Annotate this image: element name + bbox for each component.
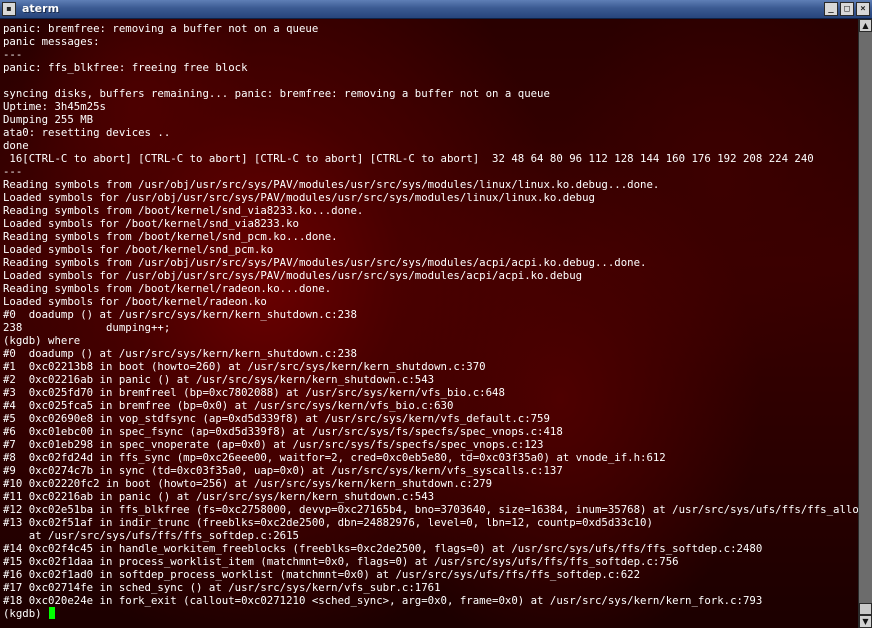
terminal-line: #5 0xc02690e8 in vop_stdfsync (ap=0xd5d3… <box>3 412 550 425</box>
terminal-line: Uptime: 3h45m25s <box>3 100 106 113</box>
terminal-line: #14 0xc02f4c45 in handle_workitem_freebl… <box>3 542 763 555</box>
terminal-line: done <box>3 139 29 152</box>
terminal-line: Reading symbols from /boot/kernel/snd_pc… <box>3 230 338 243</box>
terminal-line: at /usr/src/sys/ufs/ffs/ffs_softdep.c:26… <box>3 529 299 542</box>
terminal-line: 16[CTRL-C to abort] [CTRL-C to abort] [C… <box>3 152 814 165</box>
close-icon[interactable]: × <box>856 2 870 16</box>
scroll-down-arrow-icon[interactable]: ▼ <box>859 615 872 628</box>
terminal-line: Loaded symbols for /boot/kernel/snd_via8… <box>3 217 299 230</box>
terminal-output[interactable]: panic: bremfree: removing a buffer not o… <box>0 19 858 628</box>
terminal-line: Loaded symbols for /usr/obj/usr/src/sys/… <box>3 191 595 204</box>
terminal-line: #0 doadump () at /usr/src/sys/kern/kern_… <box>3 347 357 360</box>
terminal-line: #11 0xc02216ab in panic () at /usr/src/s… <box>3 490 435 503</box>
aterm-window: ▪ aterm _ □ × panic: bremfree: removing … <box>0 0 872 628</box>
terminal-line: Loaded symbols for /usr/obj/usr/src/sys/… <box>3 269 583 282</box>
maximize-icon[interactable]: □ <box>840 2 854 16</box>
terminal-line: #2 0xc02216ab in panic () at /usr/src/sy… <box>3 373 435 386</box>
scrollbar-thumb[interactable] <box>859 603 872 615</box>
terminal-line: #6 0xc01ebc00 in spec_fsync (ap=0xd5d339… <box>3 425 563 438</box>
window-menu-icon[interactable]: ▪ <box>2 2 16 16</box>
terminal-line: Dumping 255 MB <box>3 113 94 126</box>
text-cursor <box>49 607 56 619</box>
terminal-line: #17 0xc02714fe in sched_sync () at /usr/… <box>3 581 441 594</box>
terminal-line: #10 0xc02220fc2 in boot (howto=256) at /… <box>3 477 493 490</box>
terminal-line: Reading symbols from /boot/kernel/snd_vi… <box>3 204 364 217</box>
terminal-line: #4 0xc025fca5 in bremfree (bp=0x0) at /u… <box>3 399 454 412</box>
terminal-line: panic messages: <box>3 35 100 48</box>
terminal-line: panic: bremfree: removing a buffer not o… <box>3 22 319 35</box>
terminal-line: syncing disks, buffers remaining... pani… <box>3 87 550 100</box>
terminal-line: 238 dumping++; <box>3 321 171 334</box>
terminal-line: #15 0xc02f1daa in process_worklist_item … <box>3 555 679 568</box>
terminal-line: #18 0xc020e24e in fork_exit (callout=0xc… <box>3 594 763 607</box>
terminal-lines: panic: bremfree: removing a buffer not o… <box>3 22 858 620</box>
kgdb-prompt: (kgdb) <box>3 607 49 620</box>
scroll-up-arrow-icon[interactable]: ▲ <box>859 19 872 32</box>
terminal-line: ata0: resetting devices .. <box>3 126 171 139</box>
terminal-line: #0 doadump () at /usr/src/sys/kern/kern_… <box>3 308 357 321</box>
terminal-line: #7 0xc01eb298 in spec_vnoperate (ap=0x0)… <box>3 438 544 451</box>
terminal-line: #13 0xc02f51af in indir_trunc (freeblks=… <box>3 516 653 529</box>
terminal-line: Reading symbols from /usr/obj/usr/src/sy… <box>3 256 647 269</box>
terminal-line: panic: ffs_blkfree: freeing free block <box>3 61 248 74</box>
title-bar[interactable]: ▪ aterm _ □ × <box>0 0 872 19</box>
prompt-line[interactable]: (kgdb) <box>3 607 858 620</box>
terminal-line: --- <box>3 48 23 61</box>
terminal-line: --- <box>3 165 23 178</box>
terminal-line: (kgdb) where <box>3 334 81 347</box>
terminal-line: #12 0xc02e51ba in ffs_blkfree (fs=0xc275… <box>3 503 858 516</box>
vertical-scrollbar[interactable]: ▲ ▼ <box>858 19 872 628</box>
terminal-line: #3 0xc025fd70 in bremfreel (bp=0xc780208… <box>3 386 505 399</box>
terminal-line: Reading symbols from /boot/kernel/radeon… <box>3 282 332 295</box>
window-title: aterm <box>22 2 60 15</box>
terminal-line: #16 0xc02f1ad0 in softdep_process_workli… <box>3 568 641 581</box>
terminal-line: Reading symbols from /usr/obj/usr/src/sy… <box>3 178 660 191</box>
terminal-line: #9 0xc0274c7b in sync (td=0xc03f35a0, ua… <box>3 464 563 477</box>
terminal-line: Loaded symbols for /boot/kernel/snd_pcm.… <box>3 243 274 256</box>
terminal-line: #1 0xc02213b8 in boot (howto=260) at /us… <box>3 360 486 373</box>
terminal-line: Loaded symbols for /boot/kernel/radeon.k… <box>3 295 267 308</box>
minimize-icon[interactable]: _ <box>824 2 838 16</box>
terminal-line: #8 0xc02fd24d in ffs_sync (mp=0xc26eee00… <box>3 451 666 464</box>
